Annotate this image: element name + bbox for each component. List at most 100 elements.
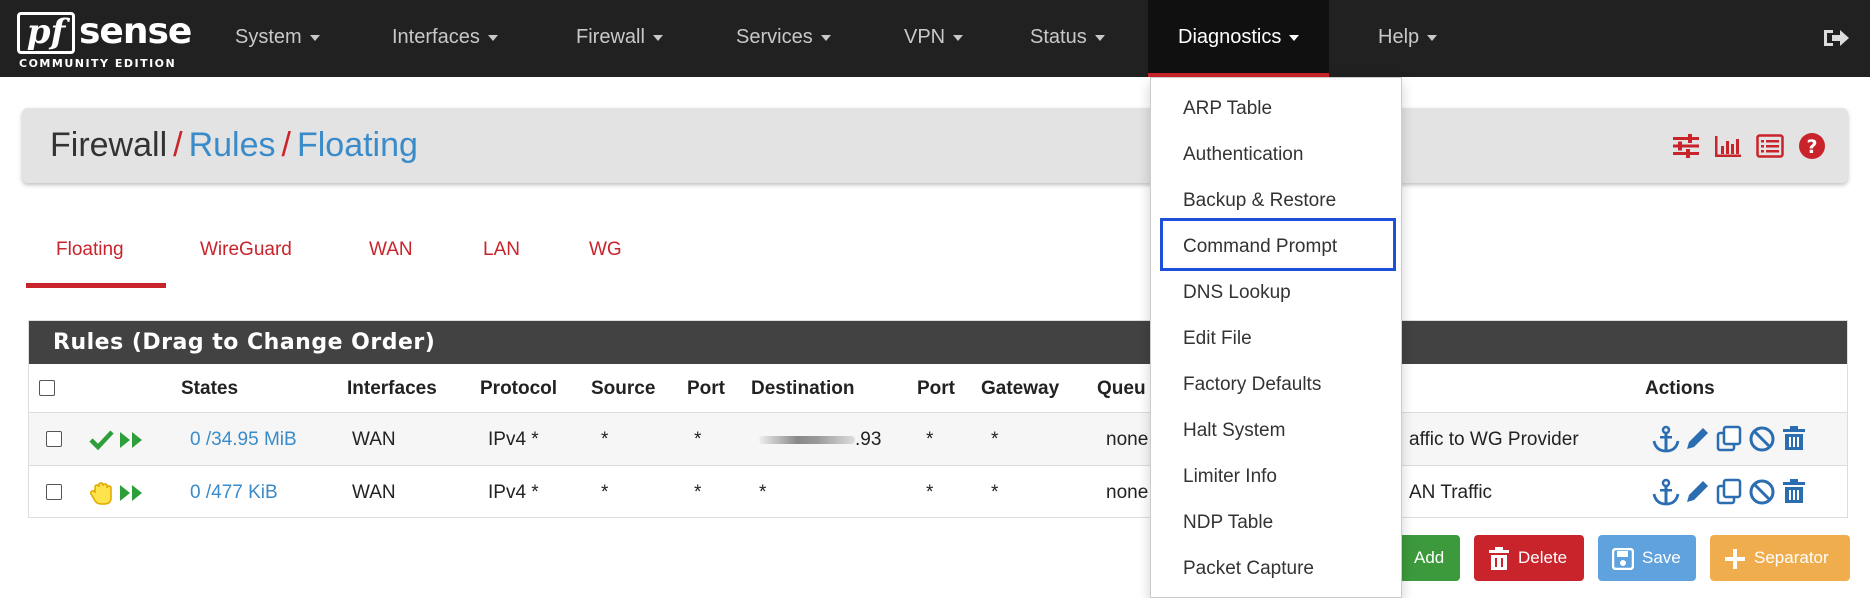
- breadcrumb-firewall: Firewall: [50, 126, 168, 164]
- logo-pf: pf: [17, 12, 75, 54]
- pencil-icon[interactable]: [1683, 478, 1713, 506]
- menu-item-authentication[interactable]: Authentication: [1183, 132, 1303, 178]
- rules-panel-title: Rules (Drag to Change Order): [29, 321, 1847, 364]
- tab-lan[interactable]: LAN: [483, 230, 520, 288]
- list-icon[interactable]: [1756, 134, 1784, 158]
- menu-item-factory-defaults[interactable]: Factory Defaults: [1183, 362, 1321, 408]
- nav-vpn-label: VPN: [904, 26, 946, 48]
- menu-item-backup-restore[interactable]: Backup & Restore: [1183, 178, 1336, 224]
- menu-item-arp-table[interactable]: ARP Table: [1183, 86, 1272, 132]
- breadcrumb-separator: /: [173, 126, 183, 164]
- chart-icon[interactable]: [1714, 134, 1742, 158]
- row-interface: WAN: [352, 429, 396, 450]
- menu-item-limiter-info[interactable]: Limiter Info: [1183, 454, 1277, 500]
- plus-icon: [1725, 548, 1745, 569]
- row-states[interactable]: 0 /477 KiB: [190, 466, 278, 519]
- menu-item-dns-lookup[interactable]: DNS Lookup: [1183, 270, 1291, 316]
- menu-item-command-prompt[interactable]: Command Prompt: [1183, 224, 1337, 270]
- nav-interfaces-label: Interfaces: [392, 26, 480, 48]
- sliders-icon[interactable]: [1672, 134, 1700, 158]
- anchor-icon[interactable]: [1651, 478, 1681, 506]
- nav-firewall[interactable]: Firewall: [576, 0, 663, 74]
- pencil-icon[interactable]: [1683, 425, 1713, 453]
- row-port: *: [694, 482, 702, 503]
- row-states[interactable]: 0 /34.95 MiB: [190, 413, 297, 466]
- column-header-queue[interactable]: Queu: [1097, 378, 1146, 400]
- row-queue: none: [1106, 482, 1149, 503]
- column-header-gateway[interactable]: Gateway: [981, 378, 1059, 400]
- pfsense-logo[interactable]: pf sense COMMUNITY EDITION: [17, 12, 192, 70]
- trash-icon: [1489, 546, 1509, 570]
- nav-firewall-label: Firewall: [576, 26, 645, 48]
- tab-wireguard[interactable]: WireGuard: [200, 230, 292, 288]
- anchor-icon[interactable]: [1651, 425, 1681, 453]
- menu-item-packet-capture[interactable]: Packet Capture: [1183, 546, 1314, 592]
- menu-item-ndp-table[interactable]: NDP Table: [1183, 500, 1273, 546]
- copy-icon[interactable]: [1715, 478, 1745, 506]
- save-button[interactable]: Save: [1598, 535, 1696, 581]
- row-dest-port: *: [926, 482, 934, 503]
- tab-floating[interactable]: Floating: [26, 230, 166, 288]
- row-source: *: [601, 482, 609, 503]
- disable-icon[interactable]: [1747, 425, 1777, 453]
- nav-system[interactable]: System: [235, 0, 320, 74]
- breadcrumb-separator: /: [281, 126, 291, 164]
- nav-diagnostics[interactable]: Diagnostics: [1148, 0, 1330, 77]
- disable-icon[interactable]: [1747, 478, 1777, 506]
- row-actions: [1651, 425, 1809, 453]
- copy-icon[interactable]: [1715, 425, 1745, 453]
- delete-button[interactable]: Delete: [1474, 535, 1584, 581]
- nav-vpn[interactable]: VPN: [904, 0, 964, 74]
- nav-interfaces[interactable]: Interfaces: [392, 0, 498, 74]
- table-row[interactable]: 0 /34.95 MiB WAN IPv4 * * * .93 * * none…: [29, 412, 1847, 465]
- tab-wireguard-label: WireGuard: [200, 239, 292, 260]
- nav-services-label: Services: [736, 26, 813, 48]
- nav-status[interactable]: Status: [1030, 0, 1105, 74]
- separator-button[interactable]: Separator: [1710, 535, 1850, 581]
- logo-sense: sense: [79, 11, 192, 52]
- help-icon[interactable]: ?: [1798, 132, 1826, 160]
- check-icon: [89, 430, 142, 450]
- select-all-checkbox[interactable]: [39, 380, 55, 396]
- column-header-states[interactable]: States: [181, 378, 238, 400]
- nav-help-label: Help: [1378, 26, 1420, 48]
- tab-wg-label: WG: [589, 239, 622, 260]
- column-header-destination[interactable]: Destination: [751, 378, 854, 400]
- row-destination: .93: [759, 413, 881, 466]
- row-description: AN Traffic: [1409, 482, 1493, 503]
- breadcrumb-rules[interactable]: Rules: [189, 126, 276, 164]
- breadcrumb-floating[interactable]: Floating: [297, 126, 418, 164]
- nav-help[interactable]: Help: [1378, 0, 1438, 74]
- svg-text:?: ?: [1806, 136, 1817, 158]
- tab-wan-label: WAN: [369, 239, 413, 260]
- tab-wan[interactable]: WAN: [369, 230, 413, 288]
- column-header-protocol[interactable]: Protocol: [480, 378, 557, 400]
- row-queue: none: [1106, 429, 1149, 450]
- top-navbar: pf sense COMMUNITY EDITION System Interf…: [0, 0, 1870, 77]
- caret-down-icon: [820, 34, 831, 41]
- column-header-actions: Actions: [1645, 378, 1715, 399]
- column-header-dest-port[interactable]: Port: [917, 378, 955, 400]
- row-gateway: *: [991, 429, 999, 450]
- row-checkbox[interactable]: [46, 484, 62, 500]
- logo-edition: COMMUNITY EDITION: [19, 57, 177, 70]
- row-gateway: *: [991, 482, 999, 503]
- column-header-port[interactable]: Port: [687, 378, 725, 400]
- logout-icon[interactable]: [1820, 26, 1850, 50]
- row-protocol: IPv4 *: [488, 429, 539, 450]
- trash-icon[interactable]: [1779, 478, 1809, 506]
- table-row[interactable]: 0 /477 KiB WAN IPv4 * * * * * * none AN …: [29, 465, 1847, 518]
- column-header-source[interactable]: Source: [591, 378, 655, 400]
- caret-down-icon: [487, 34, 498, 41]
- row-description: affic to WG Provider: [1409, 429, 1579, 450]
- tab-wg[interactable]: WG: [589, 230, 622, 288]
- row-destination: *: [759, 482, 767, 503]
- nav-services[interactable]: Services: [736, 0, 831, 74]
- trash-icon[interactable]: [1779, 425, 1809, 453]
- column-header-interfaces[interactable]: Interfaces: [347, 378, 437, 400]
- menu-item-halt-system[interactable]: Halt System: [1183, 408, 1285, 454]
- hand-icon: [89, 482, 142, 505]
- menu-item-edit-file[interactable]: Edit File: [1183, 316, 1252, 362]
- nav-status-label: Status: [1030, 26, 1087, 48]
- row-checkbox[interactable]: [46, 431, 62, 447]
